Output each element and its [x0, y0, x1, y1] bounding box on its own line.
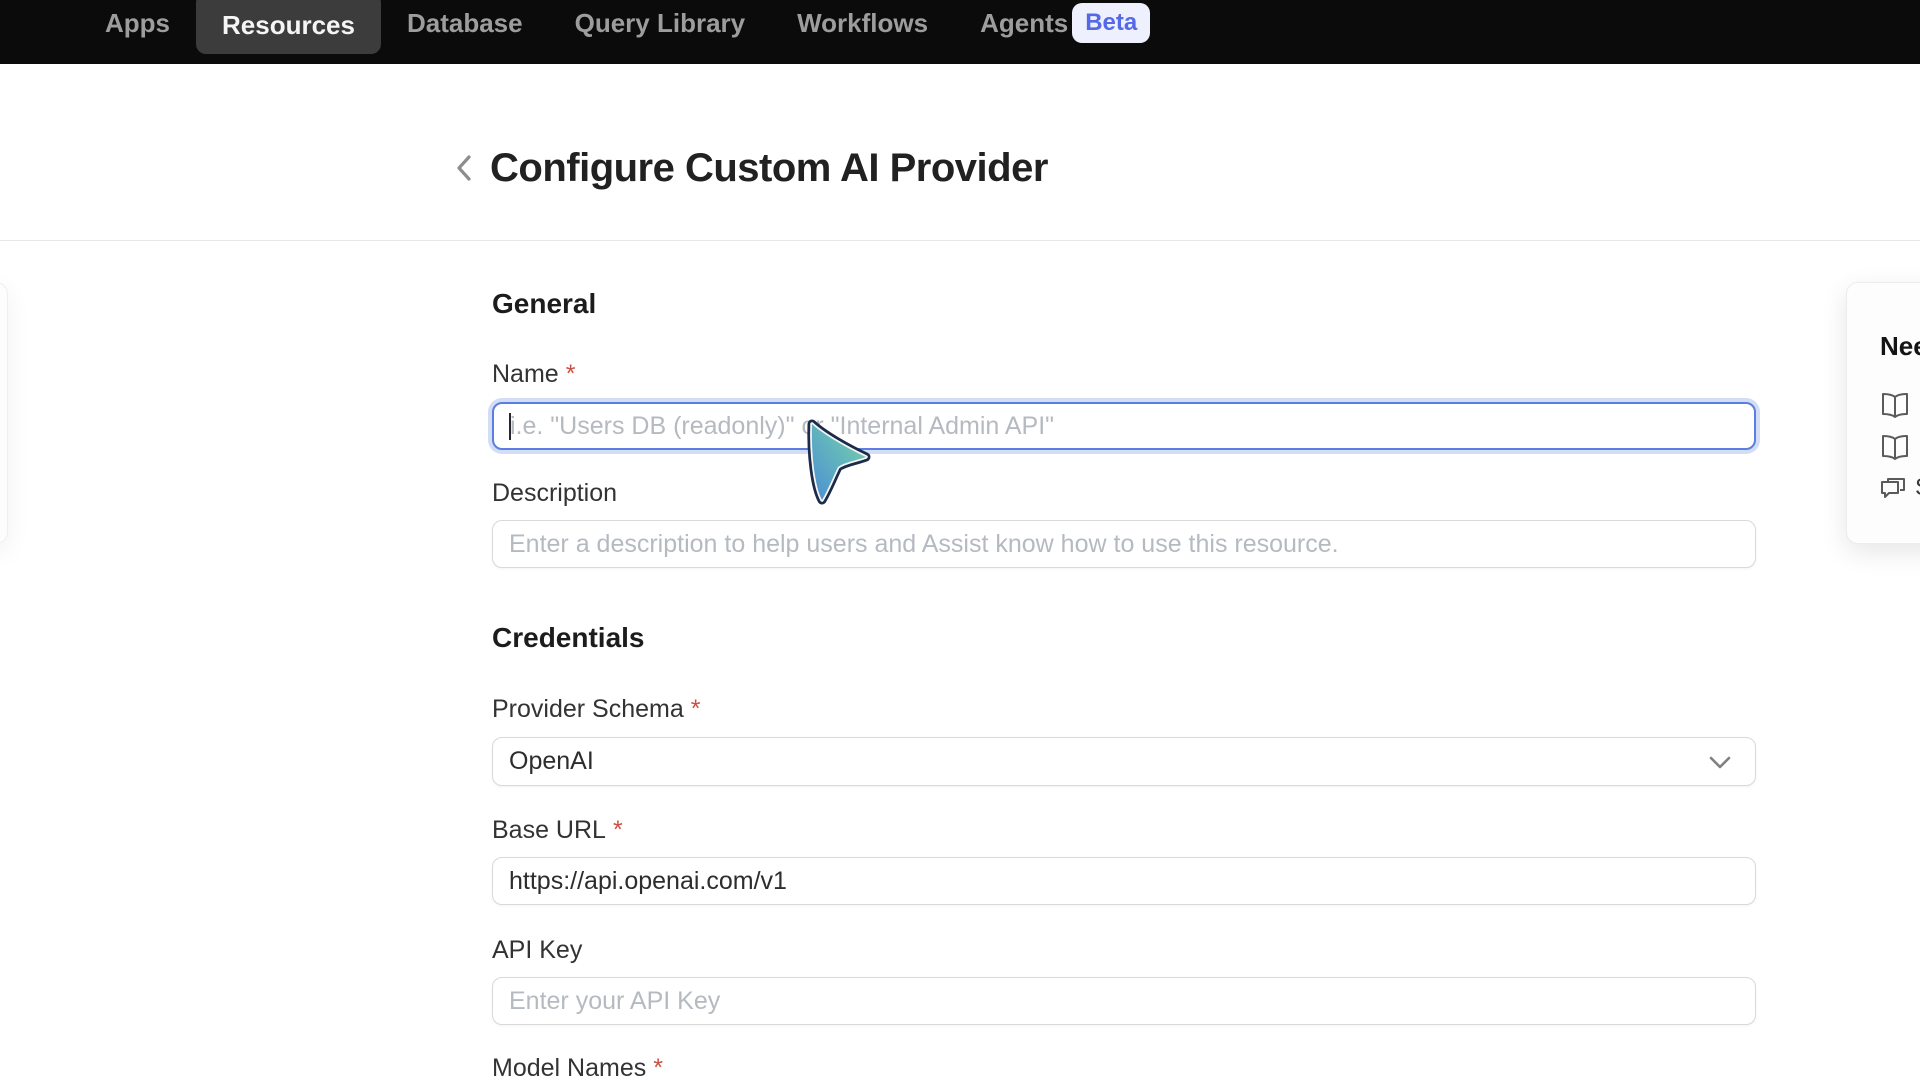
chat-icon: [1880, 476, 1906, 500]
model-names-label-text: Model Names: [492, 1054, 646, 1083]
base-url-label-text: Base URL: [492, 816, 606, 845]
provider-schema-selected-value: OpenAI: [509, 747, 594, 776]
top-navigation-bar: Apps Resources Database Query Library Wo…: [0, 0, 1920, 64]
help-link-support[interactable]: S: [1880, 474, 1920, 502]
section-title-general: General: [492, 288, 596, 320]
required-asterisk: *: [566, 360, 576, 389]
book-icon: [1880, 434, 1910, 462]
model-names-field-label: Model Names *: [492, 1054, 663, 1083]
help-link-label: S: [1915, 474, 1920, 502]
header-divider: [0, 240, 1920, 241]
provider-schema-field-label: Provider Schema *: [492, 695, 700, 724]
api-key-input[interactable]: [492, 977, 1756, 1025]
api-key-field-label: API Key: [492, 936, 582, 965]
section-title-credentials: Credentials: [492, 622, 645, 654]
tab-workflows[interactable]: Workflows: [771, 8, 954, 39]
api-key-label-text: API Key: [492, 936, 582, 965]
required-asterisk: *: [691, 695, 701, 724]
nav-tabs: Apps Resources Database Query Library Wo…: [0, 0, 1920, 55]
left-peek-card: [0, 282, 8, 544]
required-asterisk: *: [613, 816, 623, 845]
help-link-docs-1[interactable]: [1880, 392, 1920, 420]
tab-apps[interactable]: Apps: [79, 8, 196, 39]
chevron-down-icon: [1707, 752, 1733, 772]
name-input[interactable]: [492, 402, 1756, 450]
description-label-text: Description: [492, 479, 617, 508]
help-link-docs-2[interactable]: [1880, 434, 1920, 462]
required-asterisk: *: [653, 1054, 663, 1083]
back-button[interactable]: [446, 150, 482, 186]
beta-badge: Beta: [1072, 3, 1150, 43]
description-input[interactable]: [492, 520, 1756, 568]
text-caret: [509, 413, 511, 440]
chevron-left-icon: [453, 153, 475, 183]
base-url-field-label: Base URL *: [492, 816, 623, 845]
tab-query-library[interactable]: Query Library: [549, 8, 772, 39]
name-label-text: Name: [492, 360, 559, 389]
help-panel: Nee S: [1846, 282, 1920, 544]
name-field-label: Name *: [492, 360, 575, 389]
description-field-label: Description: [492, 479, 617, 508]
provider-schema-label-text: Provider Schema: [492, 695, 684, 724]
book-icon: [1880, 392, 1910, 420]
help-panel-title: Nee: [1880, 331, 1920, 362]
provider-schema-select[interactable]: OpenAI: [492, 737, 1756, 786]
base-url-input[interactable]: [492, 857, 1756, 905]
tab-database[interactable]: Database: [381, 8, 549, 39]
tab-resources[interactable]: Resources: [196, 0, 381, 54]
page-title: Configure Custom AI Provider: [490, 146, 1048, 191]
tab-agents[interactable]: Agents: [954, 8, 1068, 39]
